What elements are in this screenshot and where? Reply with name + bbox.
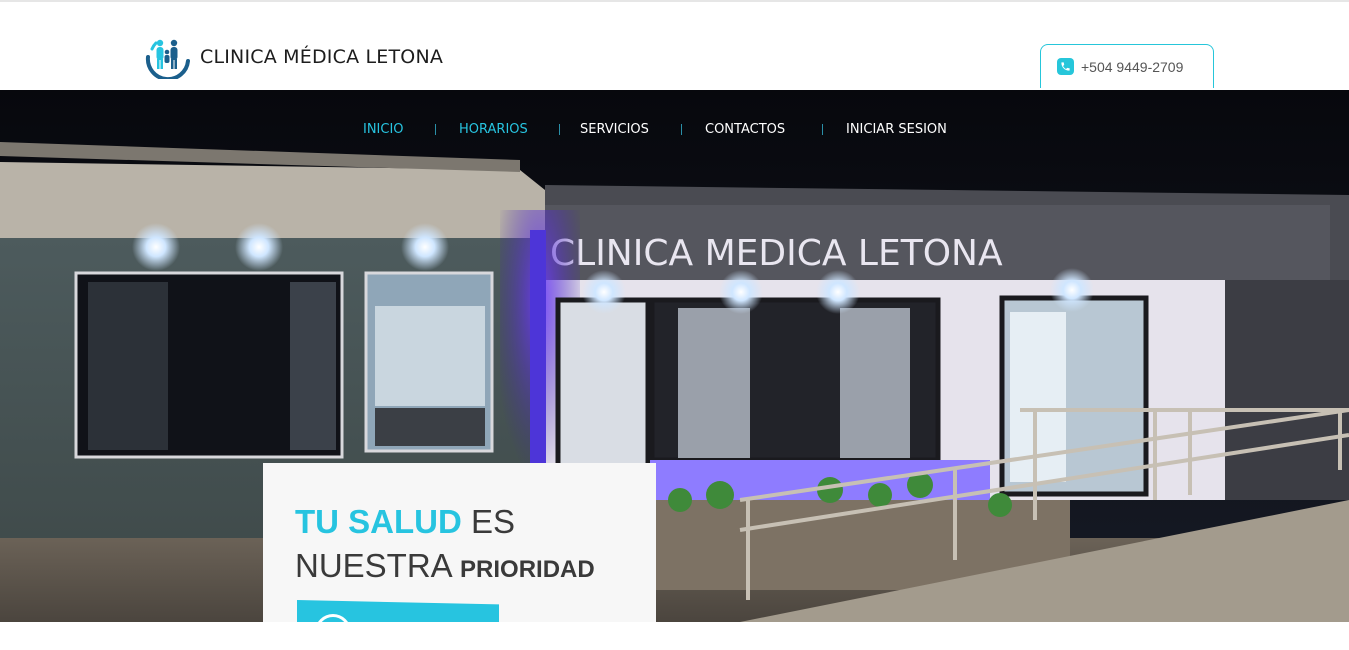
tagline-line-2: NUESTRA PRIORIDAD [295, 547, 595, 585]
phone-number[interactable]: +504 9449-2709 [1081, 59, 1183, 75]
nav-item-horarios[interactable]: HORARIOS [459, 122, 528, 137]
nav-separator [822, 124, 823, 135]
brand-name: CLINICA MÉDICA LETONA [200, 46, 444, 68]
phone-contact[interactable]: +504 9449-2709 [1040, 44, 1214, 88]
brand-logo[interactable]: CLINICA MÉDICA LETONA [144, 35, 443, 79]
tagline-highlight: TU SALUD [295, 503, 462, 540]
nav-item-iniciar-sesion[interactable]: INICIAR SESION [846, 122, 947, 137]
clinic-sign-text: CLINICA MEDICA LETONA [550, 233, 1003, 274]
circle-icon [315, 614, 351, 650]
tagline-word: NUESTRA [295, 547, 451, 584]
nav-separator [559, 124, 560, 135]
nav-separator [681, 124, 682, 135]
nav-item-inicio[interactable]: INICIO [363, 122, 404, 137]
tagline-word: ES [471, 503, 516, 540]
phone-icon [1057, 58, 1074, 75]
tagline-bold: PRIORIDAD [460, 556, 595, 583]
tagline-card: TU SALUD ES NUESTRA PRIORIDAD [263, 463, 656, 622]
hero-banner: CLINICA MEDICA LETONA [0, 90, 1349, 622]
site-header: CLINICA MÉDICA LETONA +504 9449-2709 [0, 2, 1349, 90]
tagline-line-1: TU SALUD ES [295, 503, 515, 541]
nav-separator [435, 124, 436, 135]
main-nav: INICIO HORARIOS SERVICIOS CONTACTOS INIC… [0, 122, 1349, 140]
clinic-building-photo: CLINICA MEDICA LETONA [0, 90, 1349, 622]
nav-item-contactos[interactable]: CONTACTOS [705, 122, 785, 137]
family-logo-icon [145, 39, 190, 79]
nav-item-servicios[interactable]: SERVICIOS [580, 122, 649, 137]
